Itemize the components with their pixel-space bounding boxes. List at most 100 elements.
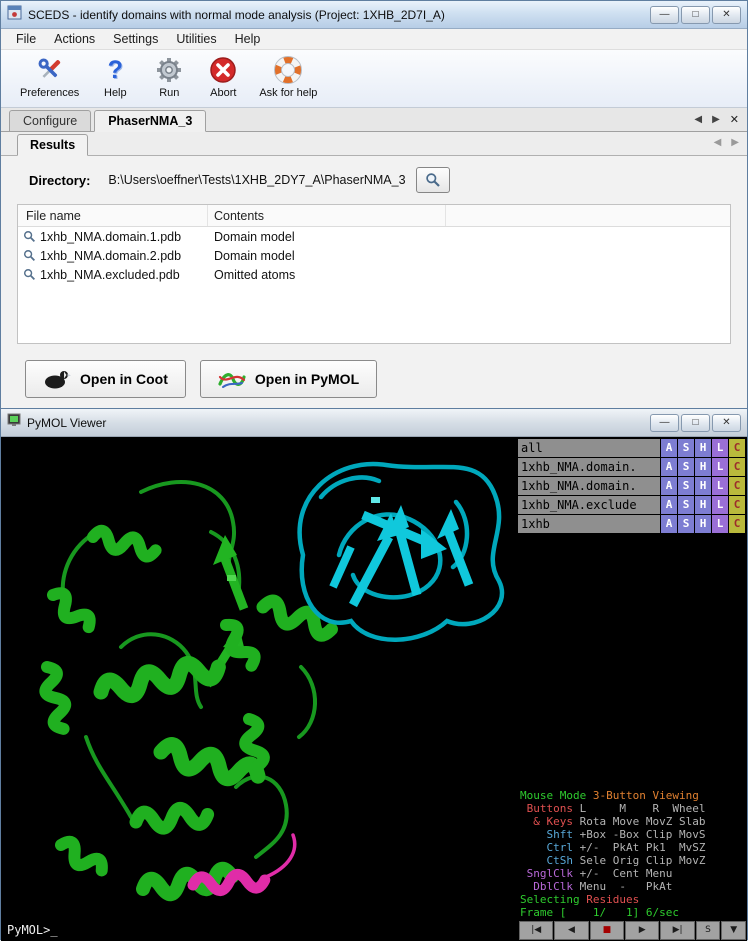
action-A-button[interactable]: A	[661, 477, 677, 495]
protein-structure[interactable]	[1, 437, 517, 941]
mouse-help-line: CtSh Sele Orig Clip MovZ	[520, 854, 747, 867]
ask-for-help-button[interactable]: Ask for help	[250, 54, 326, 99]
object-name-button[interactable]: 1xhb_NMA.domain.	[518, 458, 660, 476]
previous-frame-button[interactable]: ◀	[554, 921, 588, 940]
browse-directory-button[interactable]	[416, 167, 450, 193]
life-ring-icon	[272, 54, 304, 86]
subtab-scroll-left-icon[interactable]: ◀	[714, 137, 722, 148]
toolbar: Preferences ? Help	[1, 50, 747, 108]
label-L-button[interactable]: L	[712, 458, 728, 476]
hide-H-button[interactable]: H	[695, 496, 711, 514]
show-S-button[interactable]: S	[678, 477, 694, 495]
object-name-button[interactable]: 1xhb	[518, 515, 660, 533]
action-A-button[interactable]: A	[661, 439, 677, 457]
tab-configure[interactable]: Configure	[9, 110, 91, 131]
tab-phasernma[interactable]: PhaserNMA_3	[94, 110, 206, 132]
pymol-window-title: PyMOL Viewer	[27, 416, 644, 430]
show-S-button[interactable]: S	[678, 496, 694, 514]
action-buttons: Open in Coot Open in PyMOL	[25, 360, 377, 398]
tab-scroll-right-icon[interactable]: ▶	[712, 114, 720, 125]
menu-actions[interactable]: Actions	[45, 30, 104, 48]
action-A-button[interactable]: A	[661, 496, 677, 514]
open-in-pymol-button[interactable]: Open in PyMOL	[200, 360, 377, 398]
label-L-button[interactable]: L	[712, 439, 728, 457]
gear-icon	[153, 54, 185, 86]
object-row: 1xhb_NMA.domain. A S H L C	[518, 458, 745, 476]
sceds-titlebar[interactable]: SCEDS - identify domains with normal mod…	[1, 1, 747, 29]
color-C-button[interactable]: C	[729, 515, 745, 533]
color-C-button[interactable]: C	[729, 439, 745, 457]
object-name-button[interactable]: 1xhb_NMA.exclude	[518, 496, 660, 514]
show-S-button[interactable]: S	[678, 458, 694, 476]
molecule-viewport[interactable]: PyMOL>_	[1, 437, 517, 941]
minimize-button[interactable]: —	[650, 6, 679, 24]
hide-H-button[interactable]: H	[695, 439, 711, 457]
show-S-button[interactable]: S	[678, 439, 694, 457]
color-C-button[interactable]: C	[729, 458, 745, 476]
first-frame-button[interactable]: |◀	[519, 921, 553, 940]
help-label: Help	[104, 87, 127, 99]
hide-H-button[interactable]: H	[695, 458, 711, 476]
tab-scroll-left-icon[interactable]: ◀	[694, 114, 702, 125]
mouse-help-line: Mouse Mode 3-Button Viewing	[520, 789, 747, 802]
menu-settings[interactable]: Settings	[104, 30, 167, 48]
color-C-button[interactable]: C	[729, 496, 745, 514]
label-L-button[interactable]: L	[712, 515, 728, 533]
menu-utilities[interactable]: Utilities	[167, 30, 225, 48]
object-name-button[interactable]: 1xhb_NMA.domain.	[518, 477, 660, 495]
help-button[interactable]: ? Help	[88, 54, 142, 99]
maximize-button[interactable]: □	[681, 414, 710, 432]
scene-button[interactable]: S	[696, 921, 721, 940]
sceds-window: SCEDS - identify domains with normal mod…	[0, 0, 748, 408]
column-header-contents[interactable]: Contents	[208, 205, 446, 226]
subtab-navigation: ◀ ▶	[714, 137, 739, 148]
pymol-window-controls: — □ ✕	[650, 414, 741, 432]
tab-close-icon[interactable]: ✕	[730, 113, 739, 126]
hide-H-button[interactable]: H	[695, 515, 711, 533]
table-row[interactable]: 1xhb_NMA.domain.1.pdb Domain model	[18, 227, 730, 246]
subtab-scroll-right-icon[interactable]: ▶	[731, 137, 739, 148]
abort-button[interactable]: Abort	[196, 54, 250, 99]
tools-icon	[34, 54, 66, 86]
preferences-button[interactable]: Preferences	[11, 54, 88, 99]
hide-H-button[interactable]: H	[695, 477, 711, 495]
abort-label: Abort	[210, 87, 236, 99]
table-row[interactable]: 1xhb_NMA.excluded.pdb Omitted atoms	[18, 265, 730, 284]
file-name[interactable]: 1xhb_NMA.excluded.pdb	[40, 268, 180, 282]
menu-help[interactable]: Help	[226, 30, 270, 48]
close-button[interactable]: ✕	[712, 414, 741, 432]
menu-file[interactable]: File	[7, 30, 45, 48]
preferences-label: Preferences	[20, 87, 79, 99]
last-frame-button[interactable]: ▶|	[660, 921, 694, 940]
object-row: all A S H L C	[518, 439, 745, 457]
show-S-button[interactable]: S	[678, 515, 694, 533]
menu-dropdown-button[interactable]: ▼	[721, 921, 746, 940]
stop-button[interactable]: ■	[590, 921, 624, 940]
action-A-button[interactable]: A	[661, 515, 677, 533]
pymol-command-prompt[interactable]: PyMOL>_	[7, 923, 58, 937]
column-header-file-name[interactable]: File name	[18, 205, 208, 226]
action-A-button[interactable]: A	[661, 458, 677, 476]
main-tabbar: Configure PhaserNMA_3 ◀ ▶ ✕	[1, 108, 747, 132]
label-L-button[interactable]: L	[712, 496, 728, 514]
tab-results[interactable]: Results	[17, 134, 88, 156]
maximize-button[interactable]: □	[681, 6, 710, 24]
run-button[interactable]: Run	[142, 54, 196, 99]
table-row[interactable]: 1xhb_NMA.domain.2.pdb Domain model	[18, 246, 730, 265]
open-in-coot-button[interactable]: Open in Coot	[25, 360, 186, 398]
file-name[interactable]: 1xhb_NMA.domain.2.pdb	[40, 249, 181, 263]
file-name[interactable]: 1xhb_NMA.domain.1.pdb	[40, 230, 181, 244]
object-name-button[interactable]: all	[518, 439, 660, 457]
file-contents: Domain model	[208, 230, 295, 244]
minimize-button[interactable]: —	[650, 414, 679, 432]
pymol-titlebar[interactable]: PyMOL Viewer — □ ✕	[1, 409, 747, 437]
tab-navigation: ◀ ▶ ✕	[694, 113, 739, 126]
object-row: 1xhb_NMA.exclude A S H L C	[518, 496, 745, 514]
open-in-coot-label: Open in Coot	[80, 371, 168, 387]
play-button[interactable]: ▶	[625, 921, 659, 940]
label-L-button[interactable]: L	[712, 477, 728, 495]
close-button[interactable]: ✕	[712, 6, 741, 24]
playback-controls: |◀ ◀ ■ ▶ ▶| S ▼	[519, 921, 746, 940]
color-C-button[interactable]: C	[729, 477, 745, 495]
object-row: 1xhb_NMA.domain. A S H L C	[518, 477, 745, 495]
